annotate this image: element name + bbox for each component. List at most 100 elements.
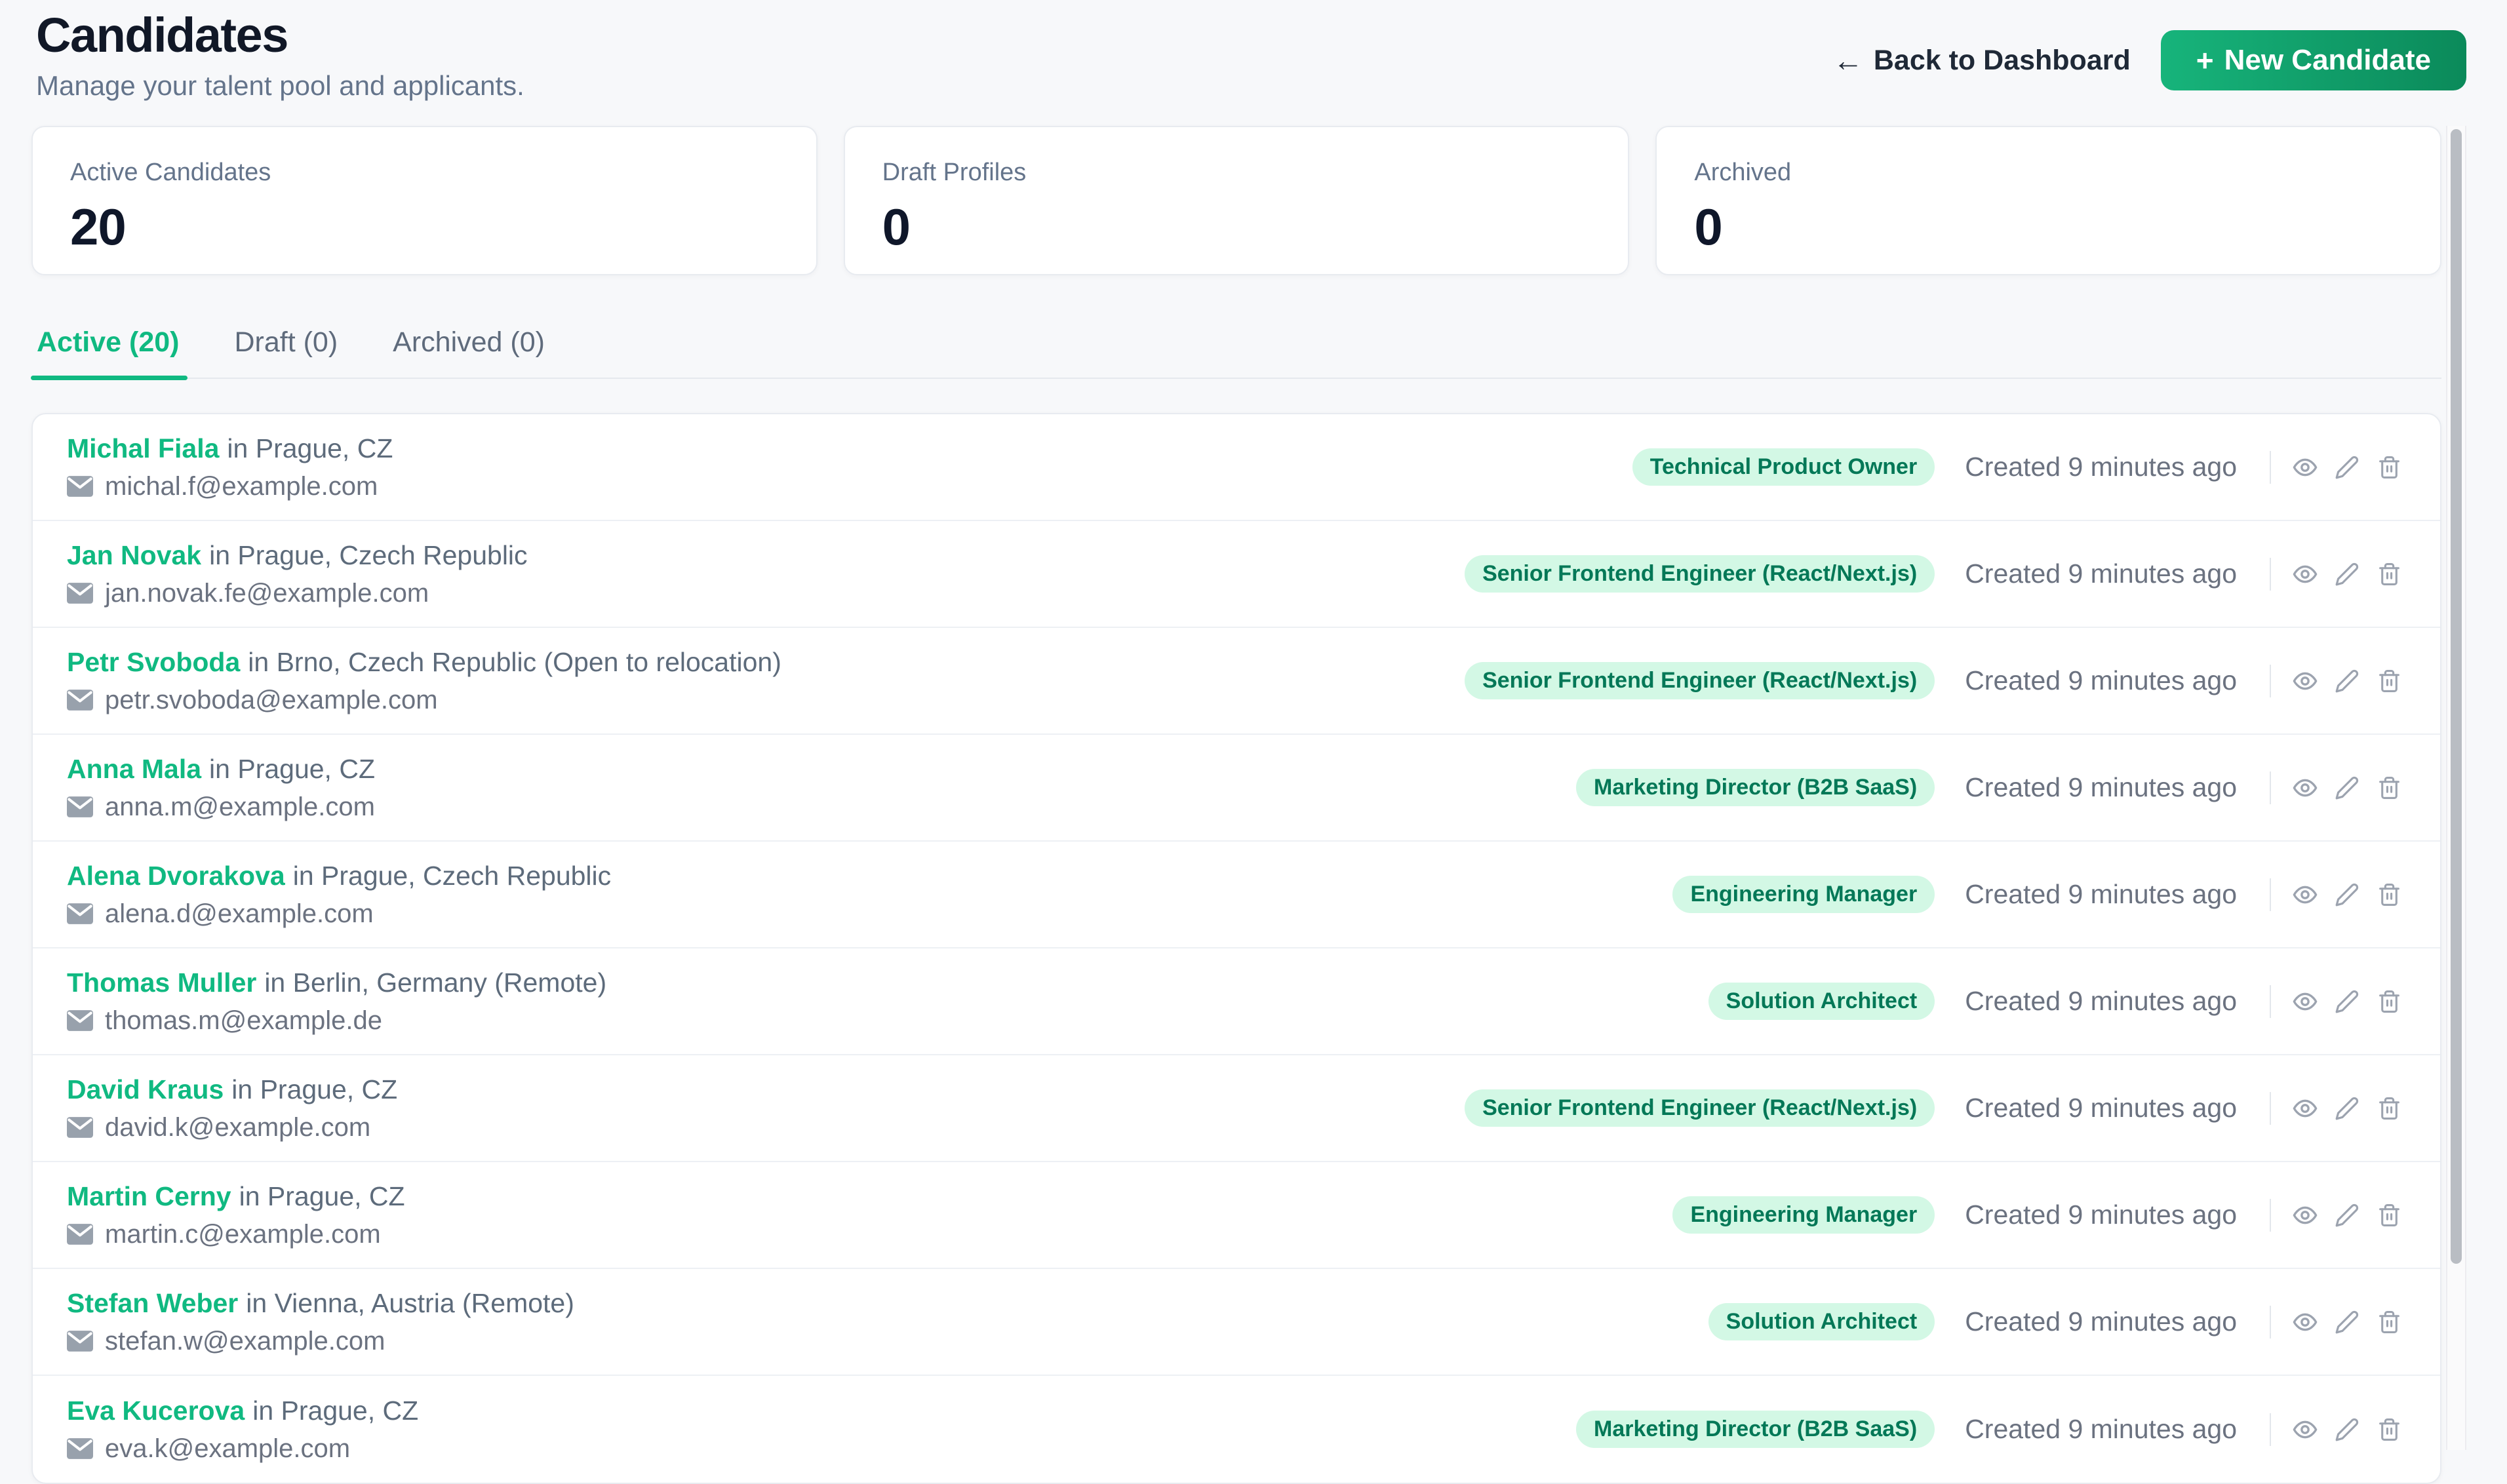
trash-icon	[2377, 775, 2401, 800]
edit-candidate-button[interactable]	[2330, 1091, 2364, 1125]
new-candidate-label: New Candidate	[2224, 44, 2431, 77]
scrollbar-thumb[interactable]	[2451, 129, 2462, 1264]
candidate-name-link[interactable]: Anna Mala	[67, 754, 201, 784]
page-title: Candidates	[36, 7, 524, 64]
view-candidate-button[interactable]	[2288, 557, 2322, 591]
edit-candidate-button[interactable]	[2330, 1305, 2364, 1339]
tab-draft[interactable]: Draft (0)	[234, 328, 338, 378]
pencil-icon	[2335, 882, 2359, 907]
actions-divider	[2270, 1092, 2271, 1125]
edit-candidate-button[interactable]	[2330, 1198, 2364, 1232]
created-timestamp: Created 9 minutes ago	[1965, 772, 2237, 803]
view-candidate-button[interactable]	[2288, 664, 2322, 698]
trash-icon	[2377, 1096, 2401, 1121]
delete-candidate-button[interactable]	[2372, 450, 2406, 484]
edit-candidate-button[interactable]	[2330, 771, 2364, 805]
candidate-email: eva.k@example.com	[105, 1434, 350, 1464]
role-badge: Technical Product Owner	[1632, 448, 1935, 486]
candidate-info: Eva Kucerovain Prague, CZ eva.k@example.…	[67, 1396, 418, 1464]
delete-candidate-button[interactable]	[2372, 771, 2406, 805]
trash-icon	[2377, 1203, 2401, 1228]
candidate-info: Petr Svobodain Brno, Czech Republic (Ope…	[67, 647, 781, 715]
view-candidate-button[interactable]	[2288, 1091, 2322, 1125]
edit-candidate-button[interactable]	[2330, 664, 2364, 698]
actions-divider	[2270, 665, 2271, 697]
trash-icon	[2377, 455, 2401, 480]
candidate-row: Martin Cerny in Prague, CZ martin.c@examp…	[33, 1162, 2440, 1269]
edit-candidate-button[interactable]	[2330, 557, 2364, 591]
actions-divider	[2270, 558, 2271, 591]
candidate-name-link[interactable]: Thomas Muller	[67, 967, 256, 998]
stat-value: 20	[70, 197, 779, 257]
candidate-name-link[interactable]: Jan Novak	[67, 540, 201, 570]
actions-divider	[2270, 1413, 2271, 1446]
stat-card-active: Active Candidates 20	[31, 126, 818, 275]
trash-icon	[2377, 562, 2401, 587]
candidate-name-link[interactable]: David Kraus	[67, 1074, 224, 1104]
delete-candidate-button[interactable]	[2372, 1091, 2406, 1125]
created-timestamp: Created 9 minutes ago	[1965, 665, 2237, 696]
candidate-email: jan.novak.fe@example.com	[105, 579, 429, 608]
candidate-info: Martin Cerny in Prague, CZ martin.c@examp…	[67, 1181, 405, 1249]
eye-icon	[2292, 1309, 2318, 1335]
candidate-name-link[interactable]: Martin Cerny	[67, 1181, 231, 1211]
candidate-email: martin.c@example.com	[105, 1220, 381, 1249]
tab-active[interactable]: Active (20)	[37, 328, 179, 378]
view-candidate-button[interactable]	[2288, 1305, 2322, 1339]
edit-candidate-button[interactable]	[2330, 1413, 2364, 1447]
created-timestamp: Created 9 minutes ago	[1965, 1306, 2237, 1337]
candidate-name-link[interactable]: Eva Kucerova	[67, 1396, 245, 1426]
view-candidate-button[interactable]	[2288, 450, 2322, 484]
view-candidate-button[interactable]	[2288, 1198, 2322, 1232]
candidate-name-link[interactable]: Alena Dvorakova	[67, 861, 285, 891]
candidate-location: in Prague, Czech Republic	[293, 861, 611, 891]
mail-icon	[67, 1224, 93, 1245]
view-candidate-button[interactable]	[2288, 1413, 2322, 1447]
mail-icon	[67, 476, 93, 497]
role-badge: Senior Frontend Engineer (React/Next.js)	[1465, 662, 1935, 699]
candidate-email: david.k@example.com	[105, 1113, 370, 1142]
new-candidate-button[interactable]: + New Candidate	[2161, 30, 2466, 90]
candidate-row-actions: Senior Frontend Engineer (React/Next.js)…	[1465, 1089, 2406, 1127]
candidate-location: in Prague, Czech Republic	[209, 540, 527, 570]
candidate-row: Thomas Mullerin Berlin, Germany (Remote)…	[33, 948, 2440, 1055]
view-candidate-button[interactable]	[2288, 878, 2322, 912]
created-timestamp: Created 9 minutes ago	[1965, 452, 2237, 482]
mail-icon	[67, 1438, 93, 1459]
eye-icon	[2292, 775, 2318, 801]
pencil-icon	[2335, 1417, 2359, 1442]
delete-candidate-button[interactable]	[2372, 878, 2406, 912]
candidate-email: thomas.m@example.de	[105, 1006, 382, 1036]
candidate-name-link[interactable]: Petr Svoboda	[67, 647, 240, 677]
edit-candidate-button[interactable]	[2330, 450, 2364, 484]
delete-candidate-button[interactable]	[2372, 557, 2406, 591]
candidate-name-link[interactable]: Stefan Weber	[67, 1288, 238, 1318]
delete-candidate-button[interactable]	[2372, 1305, 2406, 1339]
candidate-row: Anna Malain Prague, CZ anna.m@example.co…	[33, 735, 2440, 842]
eye-icon	[2292, 1416, 2318, 1443]
delete-candidate-button[interactable]	[2372, 1413, 2406, 1447]
edit-candidate-button[interactable]	[2330, 985, 2364, 1019]
candidate-row: Stefan Weberin Vienna, Austria (Remote) …	[33, 1269, 2440, 1376]
view-candidate-button[interactable]	[2288, 985, 2322, 1019]
mail-icon	[67, 796, 93, 817]
page-subtitle: Manage your talent pool and applicants.	[36, 69, 524, 102]
eye-icon	[2292, 988, 2318, 1015]
back-to-dashboard-link[interactable]: ← Back to Dashboard	[1833, 45, 2131, 77]
stat-card-draft: Draft Profiles 0	[844, 126, 1630, 275]
scrollbar-track[interactable]	[2446, 126, 2466, 1450]
actions-divider	[2270, 1306, 2271, 1338]
pencil-icon	[2335, 455, 2359, 480]
candidate-name-link[interactable]: Michal Fiala	[67, 433, 219, 463]
tab-archived[interactable]: Archived (0)	[393, 328, 545, 378]
pencil-icon	[2335, 669, 2359, 693]
actions-divider	[2270, 1199, 2271, 1232]
candidate-row-actions: Marketing Director (B2B SaaS) Created 9 …	[1576, 1411, 2406, 1448]
candidate-location: in Prague, CZ	[239, 1181, 405, 1211]
edit-candidate-button[interactable]	[2330, 878, 2364, 912]
view-candidate-button[interactable]	[2288, 771, 2322, 805]
created-timestamp: Created 9 minutes ago	[1965, 1414, 2237, 1445]
delete-candidate-button[interactable]	[2372, 1198, 2406, 1232]
delete-candidate-button[interactable]	[2372, 664, 2406, 698]
delete-candidate-button[interactable]	[2372, 985, 2406, 1019]
